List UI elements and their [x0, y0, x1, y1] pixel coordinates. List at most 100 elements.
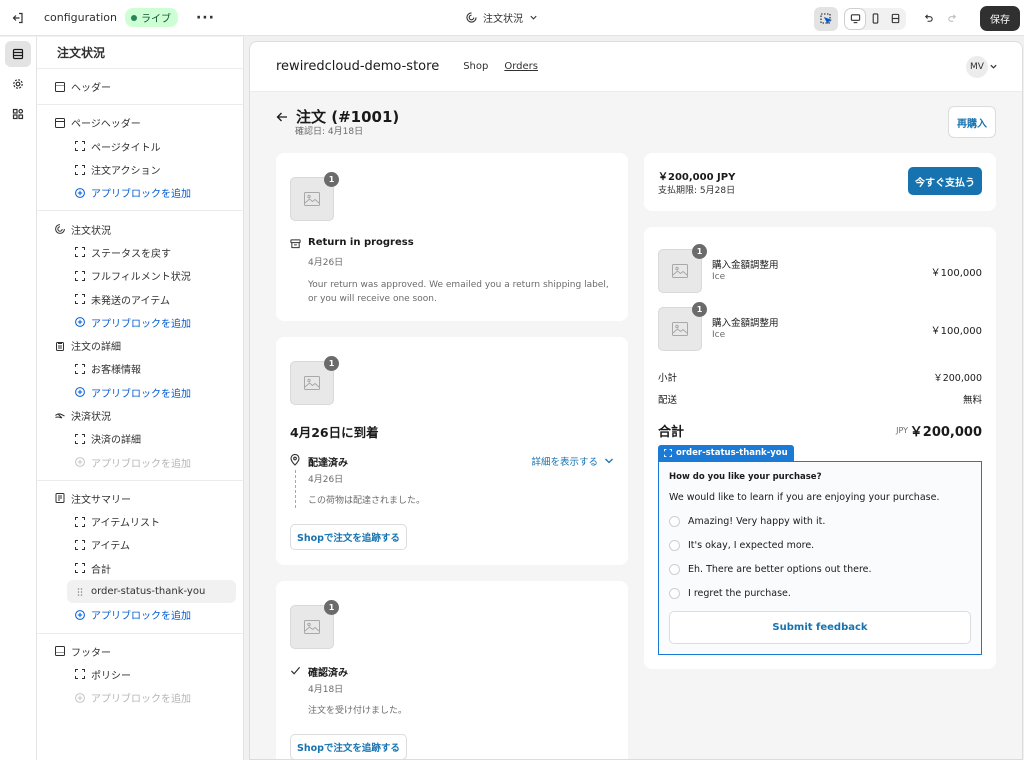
sidebar-item-order-status-thank-you[interactable]: order-status-thank-you [67, 579, 236, 604]
sidebar-item-total[interactable]: 合計 [37, 557, 243, 580]
image-placeholder-icon [304, 376, 320, 390]
sidebar-item-label: order-status-thank-you [91, 586, 206, 598]
more-actions-button[interactable]: ··· [196, 10, 215, 26]
plus-circle-icon [75, 609, 85, 620]
radio-button[interactable] [669, 588, 680, 599]
line-item-price: ￥100,000 [930, 326, 982, 337]
mobile-view-button[interactable] [865, 9, 885, 29]
rail-settings[interactable] [5, 71, 31, 97]
store-preview: rewiredcloud-demo-store Shop Orders MV 注… [249, 41, 1023, 760]
line-item-name: 購入金額調整用 [712, 318, 779, 329]
radio-button[interactable] [669, 540, 680, 551]
radio-button[interactable] [669, 564, 680, 575]
sidebar-item-order-actions[interactable]: 注文アクション [37, 158, 243, 181]
drag-handle-icon[interactable] [75, 587, 85, 597]
track-order-button[interactable]: Shopで注文を追跡する [290, 524, 407, 550]
add-app-block-button[interactable]: アプリブロックを追加 [37, 181, 243, 204]
sidebar-item-payment-status[interactable]: 決済状況 [37, 404, 243, 427]
survey-option[interactable]: Eh. There are better options out there. [669, 564, 872, 575]
rail-apps[interactable] [5, 101, 31, 127]
quantity-badge: 1 [324, 600, 339, 615]
quantity-badge: 1 [324, 172, 339, 187]
desktop-icon [850, 14, 860, 24]
sidebar-item-order-status[interactable]: 注文状況 [37, 217, 243, 240]
return-date: 4月26日 [308, 258, 344, 268]
add-app-block-label: アプリブロックを追加 [91, 694, 191, 706]
sidebar-item-payment-details[interactable]: 決済の詳細 [37, 427, 243, 450]
block-icon [664, 449, 672, 457]
sidebar-item-items[interactable]: アイテム [37, 533, 243, 556]
save-button[interactable]: 保存 [980, 6, 1020, 31]
store-header: rewiredcloud-demo-store Shop Orders MV [250, 42, 1022, 92]
desktop-view-button[interactable] [845, 8, 865, 29]
section-order-status: 注文状況 ステータスを戻す フルフィルメント状況 未発送のアイテム アプリブロッ… [37, 211, 243, 481]
undo-button[interactable] [916, 7, 940, 31]
arrow-left-icon[interactable] [276, 111, 288, 123]
apps-icon [12, 108, 24, 120]
store-nav: Shop Orders [463, 61, 538, 72]
sidebar-item-header[interactable]: ヘッダー [37, 75, 243, 98]
nav-orders-link[interactable]: Orders [504, 61, 538, 72]
checkmark-icon [290, 666, 301, 675]
submit-feedback-button[interactable]: Submit feedback [669, 611, 971, 644]
add-app-block-button[interactable]: アプリブロックを追加 [37, 311, 243, 334]
page-selector[interactable]: 注文状況 [466, 10, 538, 25]
sidebar-item-return-status[interactable]: ステータスを戻す [37, 241, 243, 264]
selected-block-tag[interactable]: order-status-thank-you [658, 445, 794, 461]
order-confirmed-date: 確認日: 4月18日 [295, 127, 364, 137]
sidebar-item-label: 決済の詳細 [91, 435, 141, 447]
track-order-button[interactable]: Shopで注文を追跡する [290, 734, 407, 759]
toolbar-right: 保存 [814, 6, 1024, 31]
confirmed-date: 4月18日 [308, 685, 344, 695]
return-card: 1 Return in progress 4月26日 Your return w… [276, 153, 628, 321]
add-app-block-button[interactable]: アプリブロックを追加 [37, 381, 243, 404]
sections-icon [12, 48, 24, 60]
survey-option[interactable]: I regret the purchase. [669, 588, 791, 599]
survey-option[interactable]: Amazing! Very happy with it. [669, 516, 825, 527]
live-badge-label: ライブ [140, 14, 171, 25]
redo-icon [947, 14, 956, 22]
sections-sidebar: 注文状況 ヘッダー ページヘッダー ページタイトル 注文アクション アプリブロッ… [37, 37, 244, 760]
confirmed-status: 確認済み [308, 668, 348, 679]
sidebar-item-item-list[interactable]: アイテムリスト [37, 510, 243, 533]
sidebar-item-page-header[interactable]: ページヘッダー [37, 111, 243, 134]
sidebar-item-policy[interactable]: ポリシー [37, 663, 243, 686]
left-rail [0, 37, 37, 760]
pay-now-button[interactable]: 今すぐ支払う [908, 167, 982, 195]
block-icon [75, 516, 85, 527]
survey-question: How do you like your purchase? [669, 472, 822, 482]
plus-circle-icon [75, 187, 85, 198]
nav-shop-link[interactable]: Shop [463, 61, 488, 72]
image-placeholder-icon [672, 264, 688, 278]
plus-circle-icon [75, 692, 85, 703]
chevron-down-icon [605, 458, 613, 464]
rail-sections[interactable] [5, 41, 31, 67]
block-icon [75, 669, 85, 680]
sidebar-item-footer[interactable]: フッター [37, 640, 243, 663]
rebuy-button[interactable]: 再購入 [948, 106, 996, 138]
redo-button[interactable] [940, 7, 964, 31]
store-name[interactable]: rewiredcloud-demo-store [276, 59, 439, 74]
sidebar-item-order-summary[interactable]: 注文サマリー [37, 487, 243, 510]
chevron-down-icon [990, 64, 997, 69]
avatar[interactable]: MV [966, 56, 988, 78]
payment-icon [55, 411, 65, 421]
sidebar-item-order-details[interactable]: 注文の詳細 [37, 334, 243, 357]
survey-option[interactable]: It's okay, I expected more. [669, 540, 814, 551]
theme-title: configuration [44, 11, 117, 24]
plus-circle-icon [75, 387, 85, 398]
radio-button[interactable] [669, 516, 680, 527]
delivered-status: 配達済み [308, 458, 348, 469]
sidebar-item-fulfillment-status[interactable]: フルフィルメント状況 [37, 264, 243, 287]
inspector-toggle[interactable] [814, 6, 838, 31]
show-details-link[interactable]: 詳細を表示する [531, 454, 614, 468]
block-icon [75, 294, 85, 305]
add-app-block-button[interactable]: アプリブロックを追加 [37, 603, 243, 626]
fullwidth-view-button[interactable] [885, 9, 905, 29]
block-icon [75, 363, 85, 374]
sidebar-item-page-title[interactable]: ページタイトル [37, 135, 243, 158]
plus-circle-icon [75, 317, 85, 328]
exit-button[interactable] [0, 0, 36, 36]
sidebar-item-unfulfilled-items[interactable]: 未発送のアイテム [37, 287, 243, 310]
sidebar-item-customer-info[interactable]: お客様情報 [37, 357, 243, 380]
